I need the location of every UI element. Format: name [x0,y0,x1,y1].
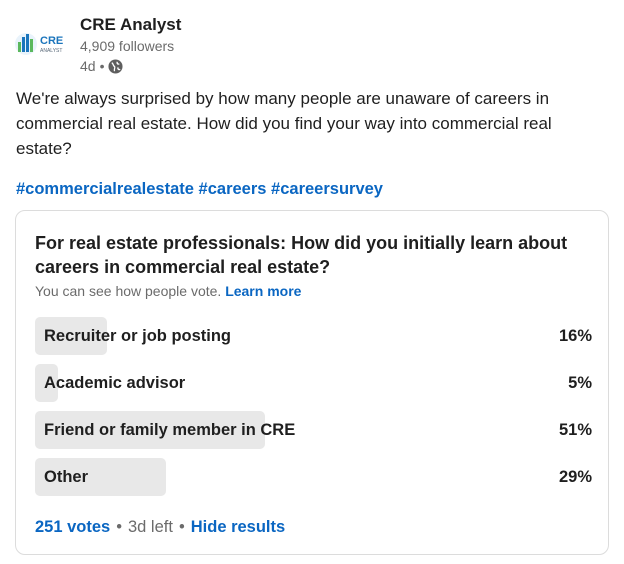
poll-subtitle: You can see how people vote. Learn more [35,281,301,301]
logo-text: CRE [40,35,63,47]
footer-separator: • [116,518,122,536]
footer-separator: • [178,518,185,536]
poll-option-percent: 29% [558,468,592,486]
globe-icon [108,58,124,74]
poll-option-percent: 5% [568,374,592,392]
author-name[interactable]: CRE Analyst [80,14,181,36]
poll-option-recruiter: Recruiter or job posting 16% [35,317,592,355]
post-meta: 4d • [80,56,181,76]
poll-card: For real estate professionals: How did y… [15,210,609,555]
post-age: 4d [80,58,96,74]
post-header: CRE ANALYST CRE Analyst 4,909 followers … [14,14,610,76]
hashtag-commercialrealestate[interactable]: #commercialrealestate [16,180,194,198]
hashtag-careers[interactable]: #careers [199,180,267,198]
poll-option-label: Academic advisor [44,374,186,392]
poll-option-label: Recruiter or job posting [44,327,232,345]
follower-count: 4,909 followers [80,38,175,54]
author-info: CRE Analyst 4,909 followers 4d • [80,14,181,76]
hide-results-link[interactable]: Hide results [191,516,285,538]
hashtag-careersurvey[interactable]: #careersurvey [271,180,383,198]
poll-question: For real estate professionals: How did y… [35,233,568,277]
poll-option-label: Friend or family member in CRE [44,421,296,439]
poll-option-label: Other [44,468,89,486]
poll-option-friend-family: Friend or family member in CRE 51% [35,411,592,449]
poll-option-other: Other 29% [35,458,592,496]
hashtag-list: #commercialrealestate #careers #careersu… [16,177,383,201]
vote-count-link[interactable]: 251 votes [35,516,110,538]
logo-subtext: ANALYST [40,48,62,54]
poll-visibility-note: You can see how people vote. [35,283,222,299]
poll-option-academic-advisor: Academic advisor 5% [35,364,592,402]
meta-separator: • [99,58,105,74]
poll-footer: 251 votes • 3d left • Hide results [35,516,285,538]
post-body-text: We're always surprised by how many peopl… [16,89,552,158]
poll-option-percent: 51% [558,421,592,439]
time-left: 3d left [128,518,173,536]
company-logo[interactable]: CRE ANALYST [14,28,78,60]
learn-more-link[interactable]: Learn more [225,283,301,299]
poll-option-percent: 16% [558,327,592,345]
